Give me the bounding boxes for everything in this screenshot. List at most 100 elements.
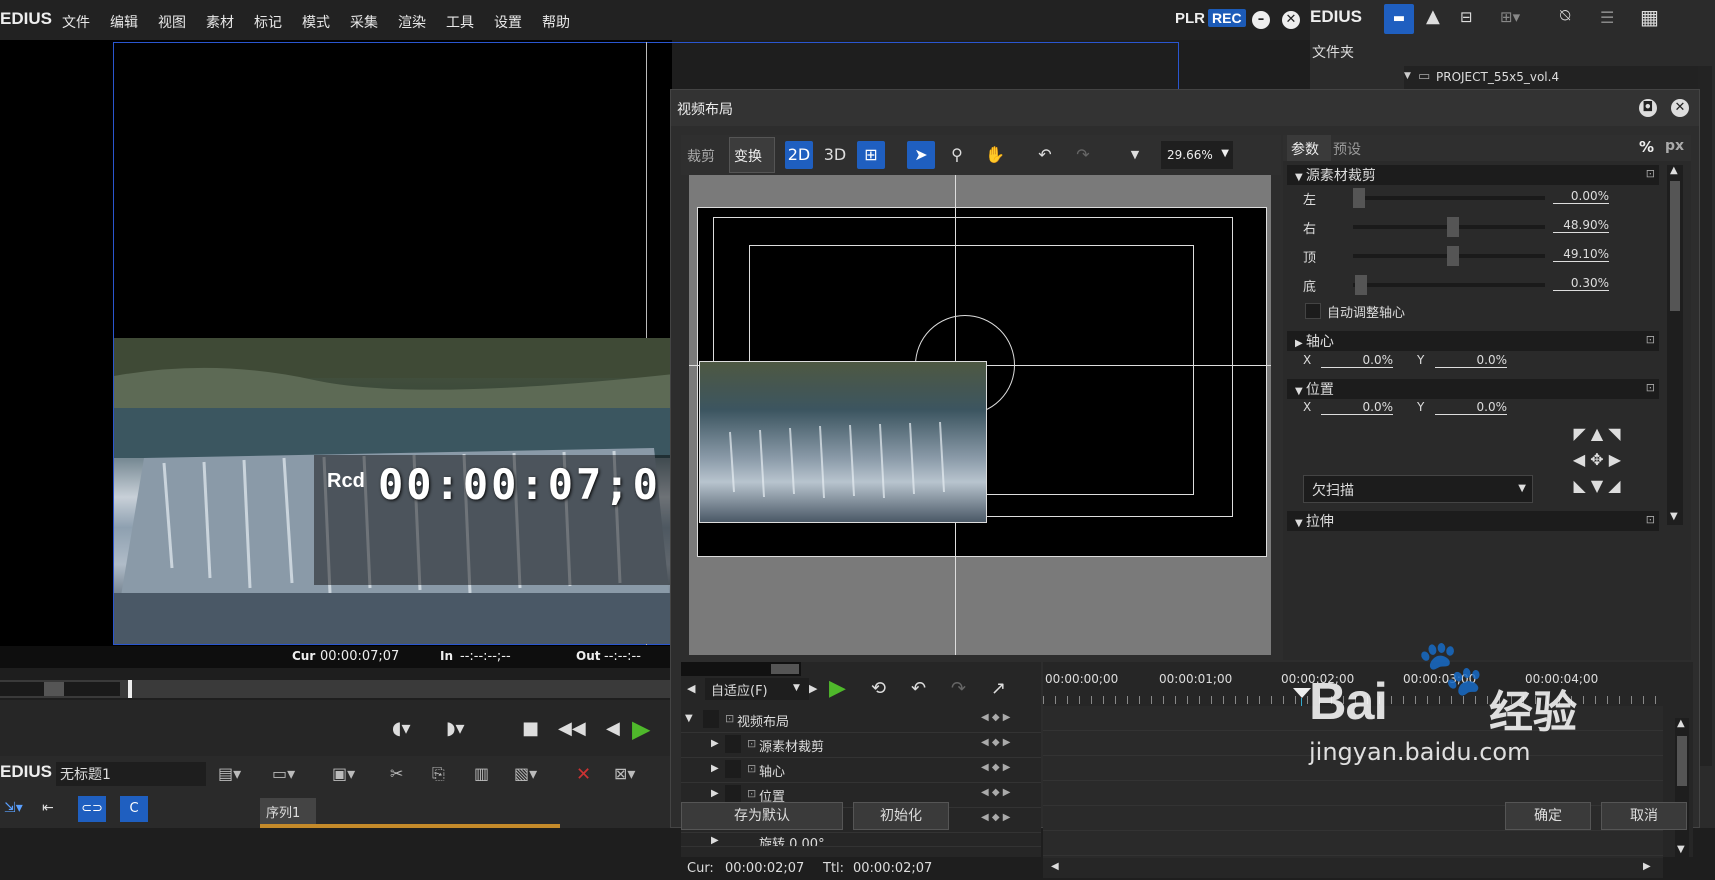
track-checkbox[interactable] — [725, 735, 741, 753]
set-in-icon[interactable]: ◖▾ — [392, 718, 411, 739]
crop-right-slider[interactable] — [1353, 217, 1545, 237]
tab-params[interactable]: 参数 — [1287, 135, 1331, 161]
crop-bottom-value[interactable]: 0.30% — [1553, 276, 1609, 291]
zoom-select[interactable]: 29.66% ▼ — [1161, 141, 1233, 169]
crop-top-value[interactable]: 49.10% — [1553, 247, 1609, 262]
reset-icon[interactable]: ⊡ — [1646, 333, 1655, 346]
align-bottom-icon[interactable]: ◣ ▼ ◢ — [1557, 473, 1637, 499]
paste-mode-icon[interactable]: ▧▾ — [514, 764, 537, 783]
grid-icon[interactable]: ⊞ — [857, 141, 885, 169]
position-pad[interactable]: ◤ ▲ ◥ ◀ ✥ ▶ ◣ ▼ ◢ — [1557, 421, 1637, 501]
snap-icon[interactable]: C — [120, 796, 148, 822]
dialog-close-icon[interactable]: ✕ — [1671, 99, 1689, 117]
copy-icon[interactable]: ⎘ — [432, 764, 445, 784]
next-icon[interactable]: ▶ — [809, 682, 817, 695]
tab-crop[interactable]: 裁剪 — [687, 146, 715, 166]
menu-file[interactable]: 文件 — [62, 12, 90, 32]
section-stretch[interactable]: ▼ 拉伸 ⊡ — [1287, 511, 1659, 531]
collapse-icon[interactable]: ▼ — [1295, 386, 1306, 397]
expand-icon[interactable]: ▶ — [1295, 338, 1306, 349]
track-row[interactable]: ▶ ⊡ 源素材裁剪 ◀ ◆ ▶ — [681, 733, 1041, 758]
minimize-icon[interactable]: – — [1252, 11, 1270, 29]
dropdown-chevron-icon[interactable]: ▼ — [1121, 141, 1149, 169]
ok-button[interactable]: 确定 — [1505, 802, 1591, 830]
expand-icon[interactable]: ▶ — [711, 738, 719, 749]
keyframe-scroll-thumb[interactable] — [771, 664, 799, 674]
pivot-y-value[interactable]: 0.0% — [1435, 353, 1507, 368]
keyframe-redo-icon[interactable]: ↷ — [951, 678, 966, 699]
keyframe-play-icon[interactable]: ▶ — [829, 676, 846, 701]
keyframe-vscroll[interactable]: ▲ ▼ — [1675, 718, 1689, 858]
crop-left-slider[interactable] — [1353, 188, 1545, 208]
keyframe-undo-icon[interactable]: ↶ — [911, 678, 926, 699]
layout-clip-thumbnail[interactable] — [699, 361, 987, 523]
insert-icon[interactable]: ⇤ — [42, 800, 54, 816]
player-scrubber[interactable] — [0, 680, 672, 698]
menu-mode[interactable]: 模式 — [302, 12, 330, 32]
crop-bottom-thumb[interactable] — [1355, 275, 1367, 295]
close-icon[interactable]: ✕ — [1282, 11, 1300, 29]
crop-right-thumb[interactable] — [1447, 217, 1459, 237]
menu-capture[interactable]: 采集 — [350, 12, 378, 32]
save-default-button[interactable]: 存为默认 — [681, 802, 843, 830]
reset-icon[interactable]: ⊡ — [1646, 167, 1655, 180]
undo-icon[interactable]: ↶ — [1031, 141, 1059, 169]
crop-left-thumb[interactable] — [1353, 188, 1365, 208]
up-icon[interactable]: ▲ — [1426, 6, 1440, 27]
delete-icon[interactable]: ✕ — [576, 764, 591, 785]
menu-render[interactable]: 渲染 — [398, 12, 426, 32]
crop-top-slider[interactable] — [1353, 246, 1545, 266]
cancel-button[interactable]: 取消 — [1601, 802, 1687, 830]
reset-icon[interactable]: ⊡ — [1646, 513, 1655, 526]
keyframe-nav-icon[interactable]: ◀ ◆ ▶ — [981, 762, 1010, 773]
mode-2d-icon[interactable]: 2D — [785, 141, 813, 169]
sequence-tab[interactable]: 序列1 — [260, 798, 316, 824]
scroll-left-icon[interactable]: ◀ — [1051, 861, 1059, 872]
expand-icon[interactable]: ▶ — [711, 835, 719, 846]
auto-pivot-checkbox[interactable] — [1305, 303, 1321, 319]
graph-icon[interactable]: ↗ — [991, 678, 1006, 699]
reset-icon[interactable]: ⊡ — [1646, 381, 1655, 394]
grid-view-icon[interactable]: ▦ — [1640, 5, 1659, 29]
scroll-up-icon[interactable]: ▲ — [1677, 718, 1685, 729]
redo-icon[interactable]: ↷ — [1069, 141, 1097, 169]
expand-icon[interactable]: ▼ — [1404, 71, 1411, 81]
menu-marker[interactable]: 标记 — [254, 12, 282, 32]
bin-search-icon[interactable]: ⍉ — [1560, 6, 1570, 26]
menu-clip[interactable]: 素材 — [206, 12, 234, 32]
scroll-thumb[interactable] — [1677, 736, 1687, 786]
folder-icon[interactable]: ▬ — [1384, 4, 1414, 34]
unit-px[interactable]: px — [1665, 138, 1684, 154]
bin-scrollbar[interactable] — [1698, 66, 1712, 766]
tab-transform[interactable]: 变换 — [729, 137, 775, 173]
crop-left-value[interactable]: 0.00% — [1553, 189, 1609, 204]
keyframe-nav-icon[interactable]: ◀ ◆ ▶ — [981, 712, 1010, 723]
rewind-icon[interactable]: ◀◀ — [558, 718, 586, 739]
track-row[interactable]: ▼ ⊡ 视频布局 ◀ ◆ ▶ — [681, 708, 1041, 733]
keyframe-nav-icon[interactable]: ◀ ◆ ▶ — [981, 812, 1010, 823]
param-scrollbar[interactable]: ▲ ▼ — [1667, 165, 1683, 525]
scroll-down-icon[interactable]: ▼ — [1677, 844, 1685, 855]
initialize-button[interactable]: 初始化 — [853, 802, 949, 830]
save-icon[interactable]: ▣▾ — [332, 764, 355, 783]
stop-icon[interactable]: ■ — [522, 718, 539, 739]
pivot-x-value[interactable]: 0.0% — [1321, 353, 1393, 368]
expand-icon[interactable]: ▶ — [711, 788, 719, 799]
section-crop[interactable]: ▼ 源素材裁剪 ⊡ — [1287, 165, 1659, 185]
rec-toggle[interactable]: REC — [1208, 9, 1246, 27]
track-icon[interactable]: ⇲▾ — [4, 800, 23, 816]
mode-3d-icon[interactable]: 3D — [821, 141, 849, 169]
menu-help[interactable]: 帮助 — [542, 12, 570, 32]
keyframe-nav-icon[interactable]: ◀ ◆ ▶ — [981, 737, 1010, 748]
new-bin-icon[interactable]: ⊟ — [1460, 8, 1473, 26]
position-y-value[interactable]: 0.0% — [1435, 400, 1507, 415]
menu-view[interactable]: 视图 — [158, 12, 186, 32]
collapse-icon[interactable]: ▼ — [685, 713, 693, 724]
hand-icon[interactable]: ✋ — [981, 141, 1009, 169]
keyframe-nav-icon[interactable]: ◀ ◆ ▶ — [981, 787, 1010, 798]
layout-preview[interactable] — [689, 175, 1271, 655]
ripple-delete-icon[interactable]: ⊠▾ — [614, 764, 635, 783]
scroll-up-icon[interactable]: ▲ — [1670, 165, 1678, 176]
collapse-icon[interactable]: ▼ — [1295, 172, 1306, 183]
set-out-icon[interactable]: ◗▾ — [446, 718, 465, 739]
